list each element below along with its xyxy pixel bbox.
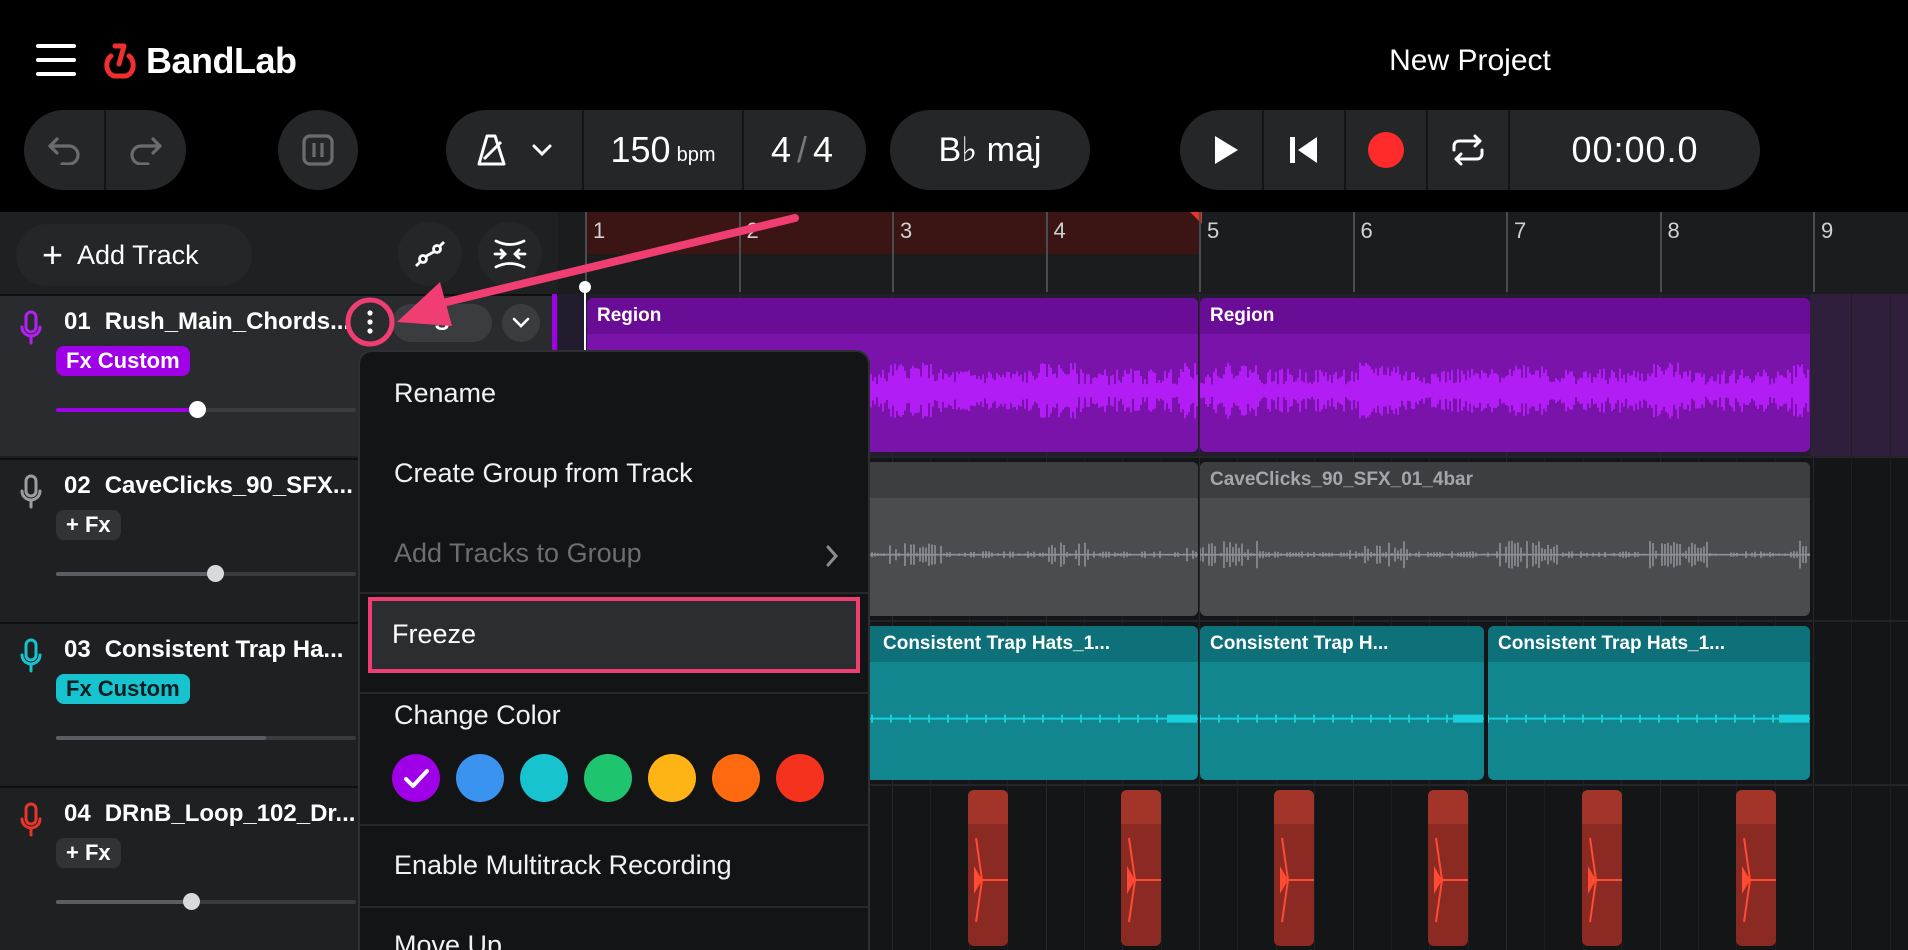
annotation-arrow-line xyxy=(426,214,799,310)
annotation-overlay xyxy=(345,214,799,347)
annotation-arrow-head xyxy=(397,282,452,326)
